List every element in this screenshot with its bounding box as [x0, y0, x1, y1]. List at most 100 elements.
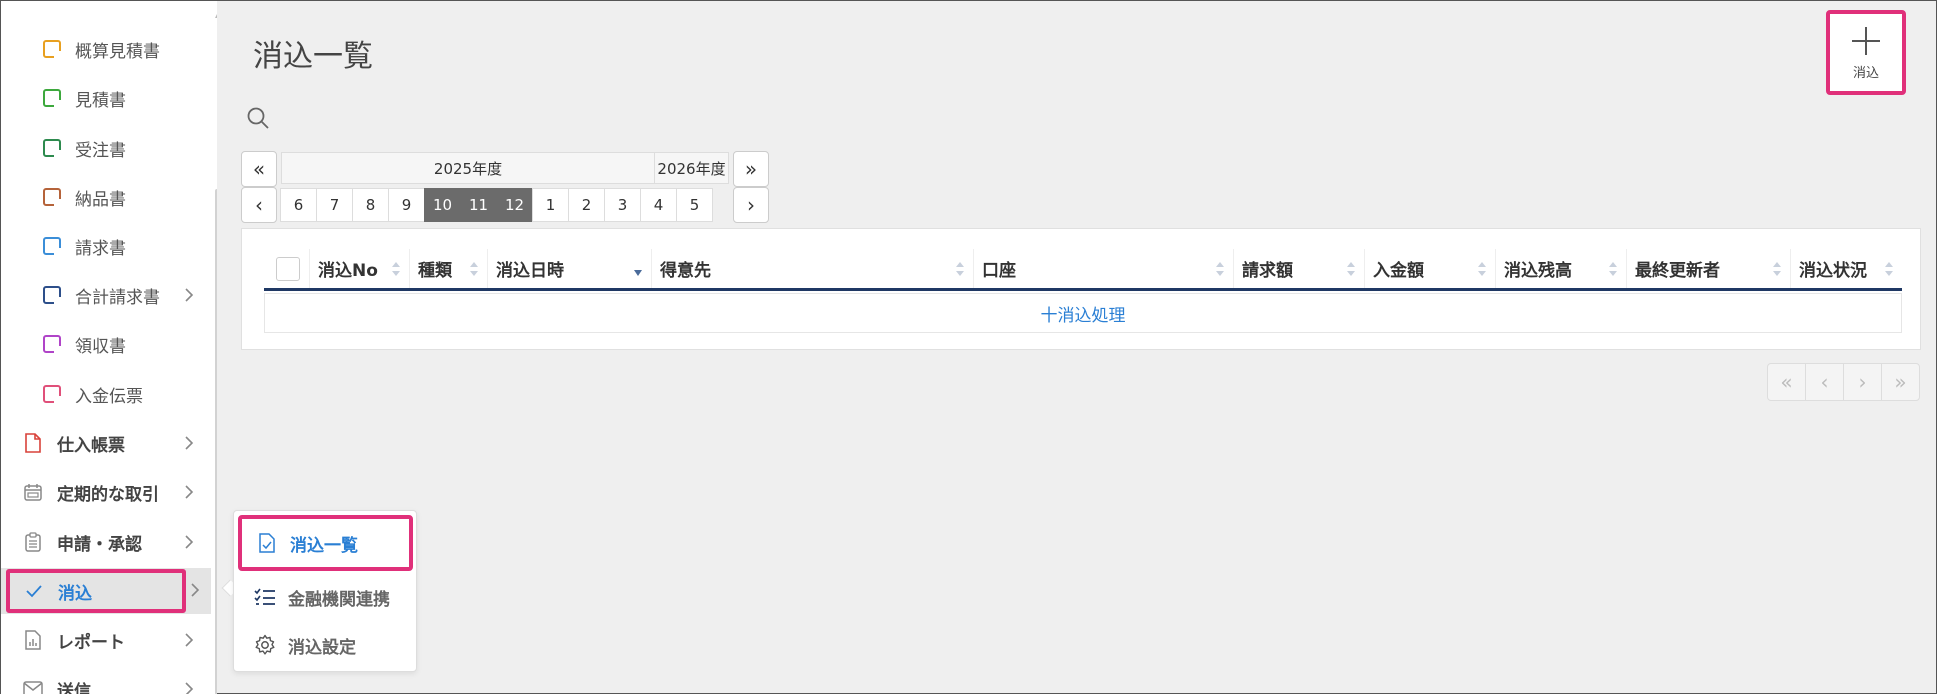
document-check-icon [256, 532, 278, 554]
month-cell[interactable]: 2 [568, 188, 605, 222]
report-icon [23, 630, 43, 650]
submenu-item-reconcile-list[interactable]: 消込一覧 [238, 515, 413, 571]
next-year-button[interactable]: » [733, 151, 769, 187]
sidebar-item-order[interactable]: 受注書 [1, 128, 211, 168]
scroll-up-arrow[interactable]: ▲ [215, 11, 217, 19]
sidebar-item-label: 受注書 [75, 140, 126, 161]
column-label: 入金額 [1373, 261, 1424, 281]
month-list: 6 7 8 9 10 11 12 1 2 3 4 5 [280, 188, 713, 222]
document-icon [43, 40, 61, 58]
month-cell[interactable]: 9 [388, 188, 425, 222]
month-cell[interactable]: 8 [352, 188, 389, 222]
sidebar-item-estimate[interactable]: 見積書 [1, 78, 211, 118]
sidebar-item-label: 送信 [57, 681, 91, 694]
sort-desc-icon [634, 270, 642, 276]
column-header[interactable]: 口座 [974, 249, 1234, 288]
reconcile-submenu: 消込一覧 金融機関連携 消込設定 [233, 510, 417, 672]
add-button-label: 消込 [1852, 66, 1879, 81]
sidebar-item-recurring[interactable]: 定期的な取引 [1, 472, 211, 512]
column-header[interactable]: 請求額 [1234, 249, 1365, 288]
chevron-right-icon [185, 535, 194, 549]
column-header[interactable]: 消込状況 [1791, 249, 1902, 288]
chevron-right-icon [191, 583, 200, 597]
reconcile-action-row[interactable]: 十消込処理 [264, 293, 1902, 333]
add-reconcile-button[interactable]: 消込 [1826, 10, 1906, 95]
current-year[interactable]: 2025年度 [282, 153, 654, 183]
month-cell[interactable]: 1 [532, 188, 569, 222]
column-header[interactable]: 種類 [410, 249, 488, 288]
sidebar-item-total-invoice[interactable]: 合計請求書 [1, 275, 211, 315]
sidebar-item-label: 納品書 [75, 189, 126, 210]
sidebar-item-reconcile[interactable]: 消込 [6, 569, 186, 613]
sort-icon [1478, 262, 1486, 276]
sort-icon [392, 262, 400, 276]
month-cell[interactable]: 7 [316, 188, 353, 222]
column-header[interactable]: 入金額 [1365, 249, 1496, 288]
sort-icon [1885, 262, 1893, 276]
column-header[interactable]: 消込残高 [1496, 249, 1627, 288]
column-label: 種類 [418, 261, 452, 281]
month-cell[interactable]: 6 [280, 188, 317, 222]
gear-icon [254, 634, 276, 656]
sidebar-item-label: 仕入帳票 [57, 435, 125, 456]
month-cell-selected[interactable]: 11 [460, 188, 497, 222]
month-cell[interactable]: 4 [640, 188, 677, 222]
sidebar-scrollbar[interactable] [215, 189, 217, 694]
select-all-checkbox[interactable] [276, 256, 300, 281]
pagination: « ‹ › » [1767, 363, 1920, 401]
sidebar-item-estimate-draft[interactable]: 概算見積書 [1, 29, 211, 69]
column-header[interactable]: 消込日時 [488, 249, 652, 288]
year-bar: 2025年度 2026年度 [281, 152, 729, 184]
submenu-item-label: 金融機関連携 [288, 589, 390, 610]
chevron-right-icon [185, 682, 194, 694]
column-header[interactable]: 得意先 [652, 249, 974, 288]
sort-icon [470, 262, 478, 276]
next-year-label[interactable]: 2026年度 [654, 153, 728, 183]
chevron-right-icon [185, 436, 194, 450]
table-header: 消込No 種類 消込日時 得意先 口座 請求額 入金額 消込残高 最終更新者 消… [264, 249, 1902, 291]
column-label: 請求額 [1242, 261, 1293, 281]
submenu-item-label: 消込一覧 [290, 535, 358, 556]
prev-month-button[interactable]: ‹ [241, 187, 277, 223]
sort-icon [956, 262, 964, 276]
month-cell[interactable]: 3 [604, 188, 641, 222]
month-cell[interactable]: 5 [676, 188, 713, 222]
next-month-button[interactable]: › [733, 187, 769, 223]
document-icon [43, 89, 61, 107]
sidebar-item-delivery[interactable]: 納品書 [1, 177, 211, 217]
sort-icon [1773, 262, 1781, 276]
month-cell-selected[interactable]: 12 [496, 188, 533, 222]
next-page-button[interactable]: › [1843, 363, 1882, 401]
sidebar-item-label: レポート [57, 632, 125, 653]
sidebar-item-invoice[interactable]: 請求書 [1, 226, 211, 266]
chevron-right-icon [185, 633, 194, 647]
chevron-right-icon [185, 288, 194, 302]
first-page-button[interactable]: « [1767, 363, 1806, 401]
clipboard-icon [23, 532, 43, 552]
main-content: 消込一覧 消込 « 2025年度 2026年度 » ‹ 6 7 8 9 10 1… [223, 1, 1936, 694]
prev-year-button[interactable]: « [241, 151, 277, 187]
sidebar-item-receipt[interactable]: 領収書 [1, 324, 211, 364]
column-label: 最終更新者 [1635, 261, 1720, 281]
sidebar-item-report[interactable]: レポート [1, 620, 211, 660]
sidebar-item-payment-slip[interactable]: 入金伝票 [1, 374, 211, 414]
sidebar-item-purchase[interactable]: 仕入帳票 [1, 423, 211, 463]
document-icon [43, 139, 61, 157]
sidebar-item-label: 合計請求書 [75, 287, 160, 308]
search-icon[interactable] [245, 105, 271, 131]
sort-icon [1609, 262, 1617, 276]
month-cell-selected[interactable]: 10 [424, 188, 461, 222]
sidebar-item-label: 入金伝票 [75, 386, 143, 407]
sort-icon [1347, 262, 1355, 276]
column-header[interactable]: 最終更新者 [1627, 249, 1791, 288]
prev-page-button[interactable]: ‹ [1805, 363, 1844, 401]
sidebar-item-label: 定期的な取引 [57, 484, 159, 505]
document-icon [43, 188, 61, 206]
sidebar-item-send[interactable]: 送信 [1, 669, 211, 694]
column-header[interactable]: 消込No [310, 249, 410, 288]
chevron-right-icon [185, 485, 194, 499]
submenu-item-settings[interactable]: 消込設定 [234, 621, 418, 669]
submenu-item-bank-link[interactable]: 金融機関連携 [234, 573, 418, 621]
last-page-button[interactable]: » [1881, 363, 1920, 401]
sidebar-item-approval[interactable]: 申請・承認 [1, 522, 211, 562]
